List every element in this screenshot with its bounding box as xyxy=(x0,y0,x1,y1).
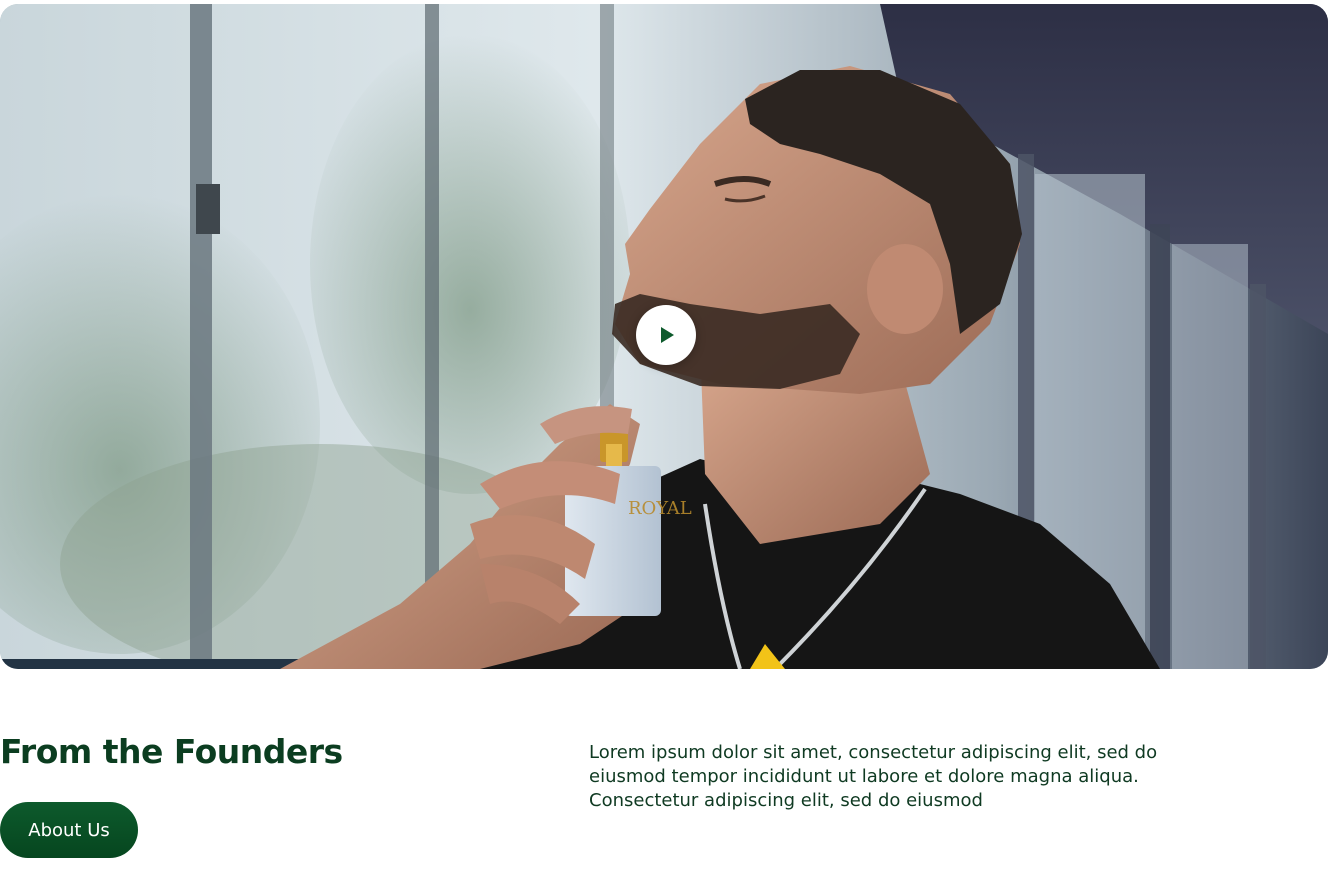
section-title: From the Founders xyxy=(0,732,343,771)
svg-text:ROYAL: ROYAL xyxy=(628,498,692,519)
founders-description: Lorem ipsum dolor sit amet, consectetur … xyxy=(589,742,1158,811)
founders-video[interactable]: ROYAL xyxy=(0,4,1328,669)
about-us-button[interactable]: About Us xyxy=(0,802,138,858)
play-button[interactable] xyxy=(636,305,696,365)
page: ROYAL From the Founders About Us Lorem i… xyxy=(0,0,1328,887)
play-icon xyxy=(661,327,674,343)
